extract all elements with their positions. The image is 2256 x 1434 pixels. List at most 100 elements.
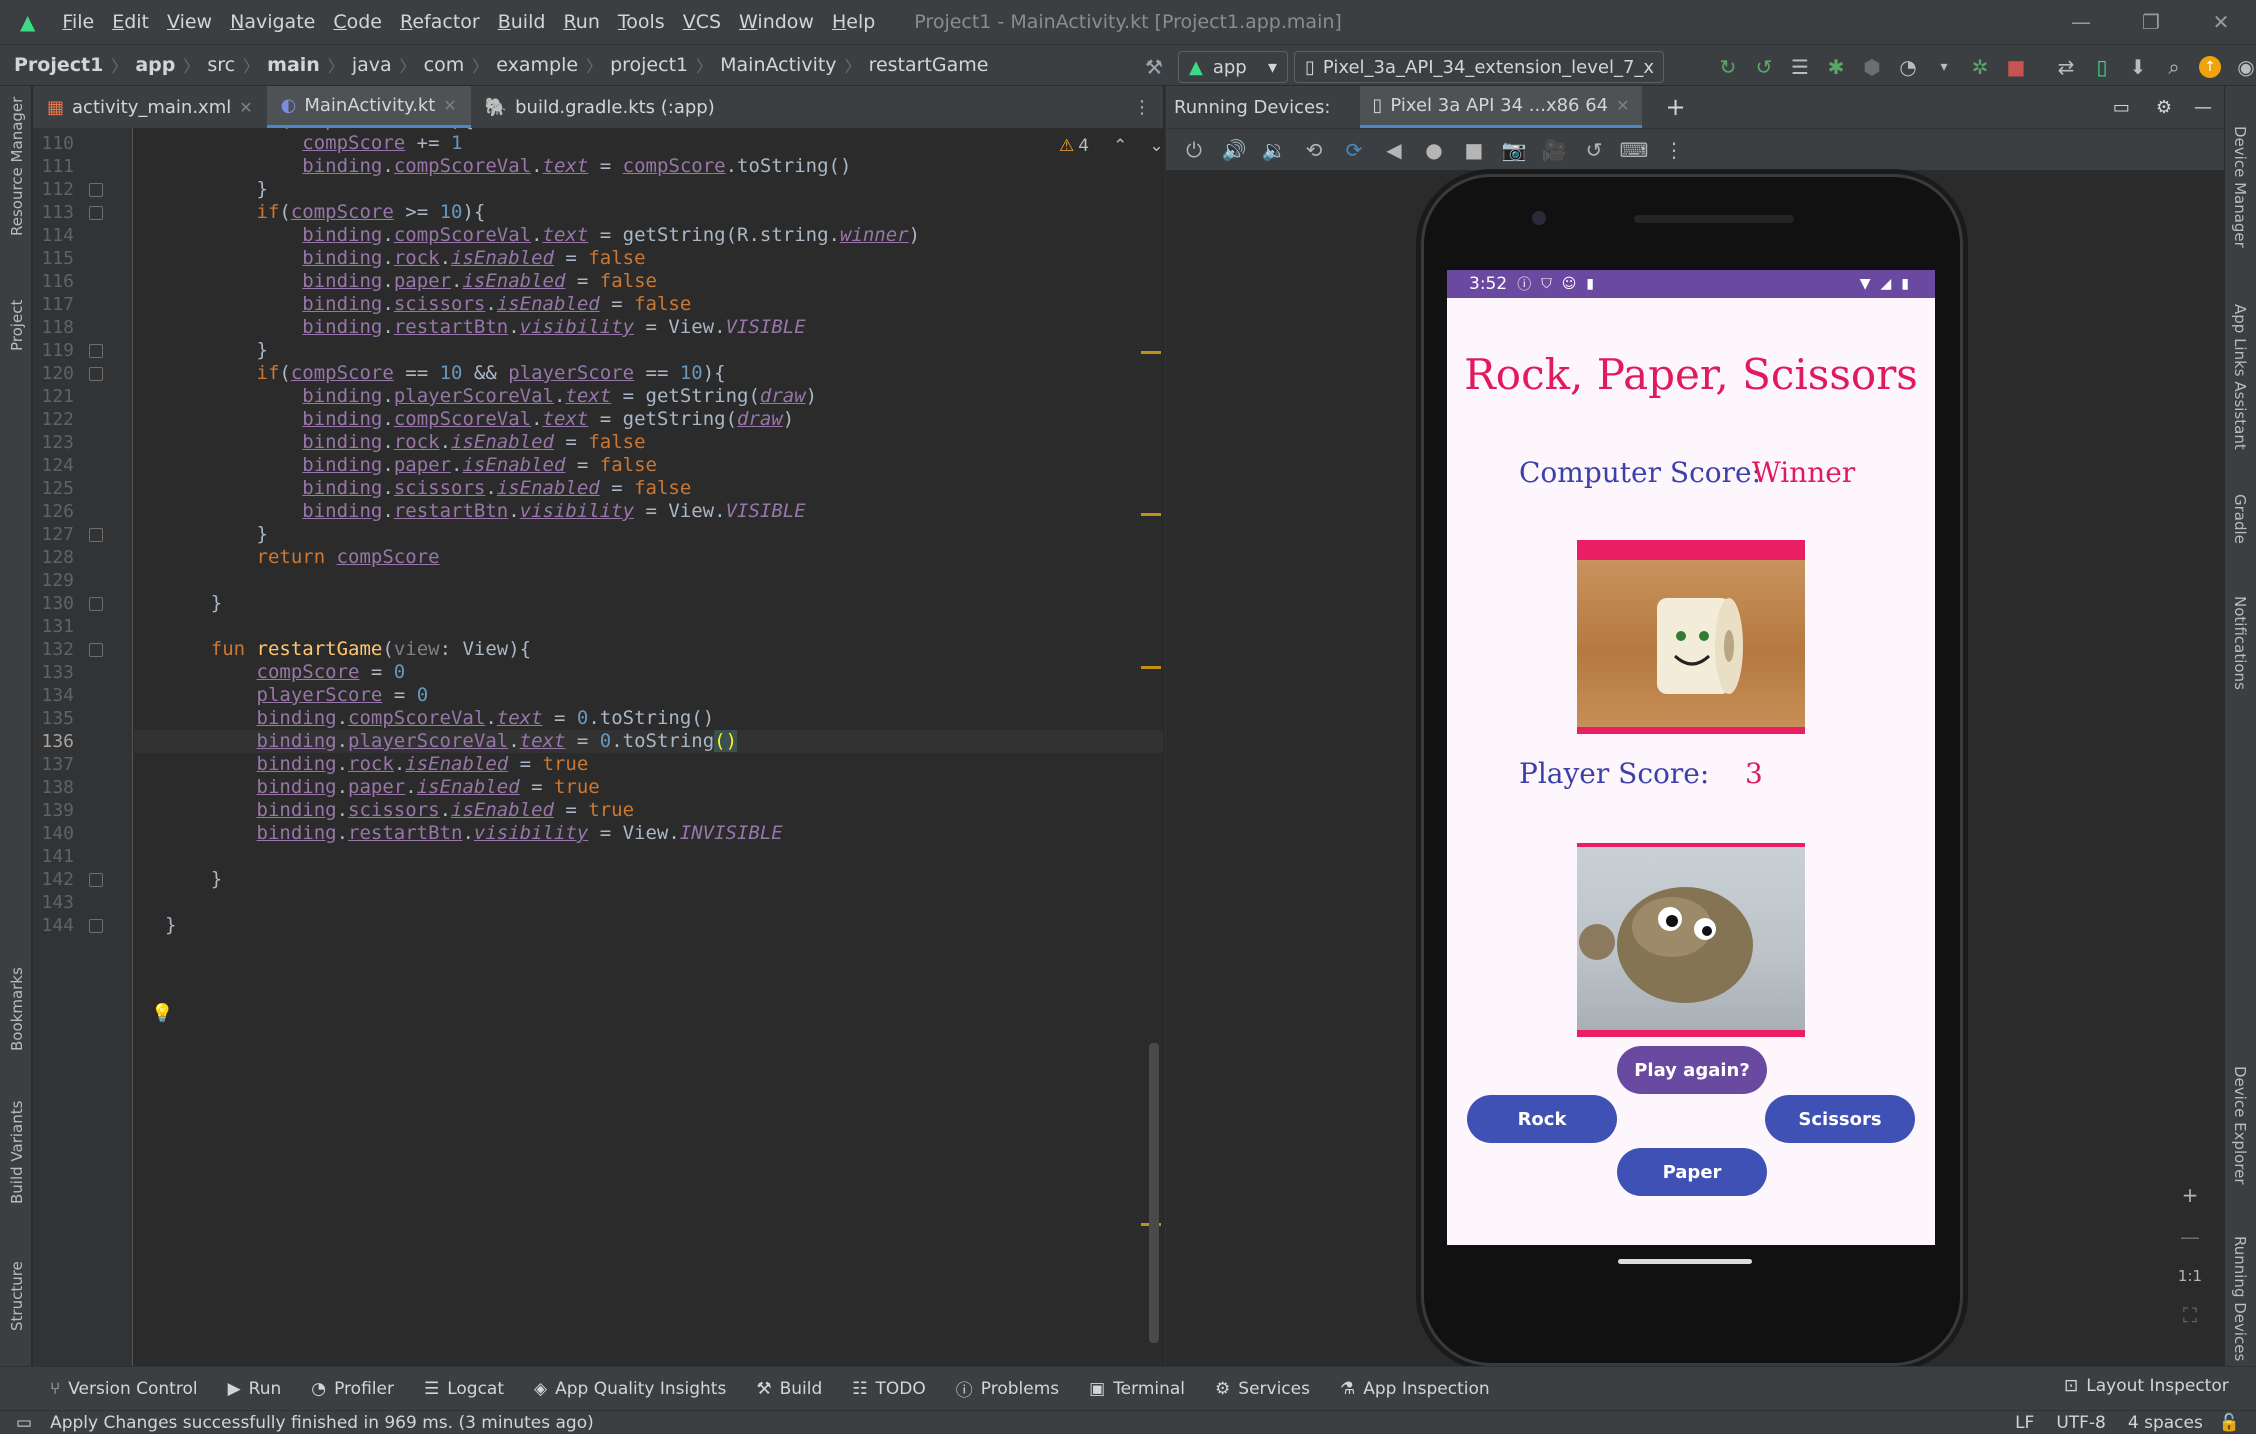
zoom-ratio[interactable]: 1:1	[2178, 1267, 2202, 1285]
device-explorer-tab[interactable]: Device Explorer	[2231, 1066, 2249, 1185]
gradle-tab[interactable]: Gradle	[2231, 494, 2249, 544]
stop-icon[interactable]: ■	[1998, 49, 2034, 85]
debug-run-icon[interactable]: ✲	[1962, 49, 1998, 85]
layout-icon[interactable]: ▭	[2113, 97, 2130, 118]
breadcrumb-item[interactable]: Project1	[10, 54, 107, 76]
app-links-tab[interactable]: App Links Assistant	[2231, 304, 2249, 450]
apply-changes-icon[interactable]: ↻	[1710, 49, 1746, 85]
menu-window[interactable]: Window	[730, 11, 823, 33]
encoding[interactable]: UTF-8	[2056, 1413, 2106, 1433]
breadcrumb-item[interactable]: main	[263, 54, 324, 76]
menu-code[interactable]: Code	[324, 11, 391, 33]
code-line[interactable]: }	[165, 587, 222, 620]
fold-marker-icon[interactable]	[89, 643, 103, 657]
tab-activity-main-xml[interactable]: ▦ activity_main.xml ✕	[33, 86, 267, 128]
code-line[interactable]: return compScore	[165, 541, 440, 574]
more-options-icon[interactable]: ⋮	[1656, 132, 1692, 168]
debug-icon[interactable]: ✱	[1818, 49, 1854, 85]
lock-icon[interactable]: 🔓	[2219, 1413, 2240, 1433]
menu-view[interactable]: View	[158, 11, 221, 33]
menu-navigate[interactable]: Navigate	[221, 11, 324, 33]
fold-marker-icon[interactable]	[89, 367, 103, 381]
tab-mainactivity-kt[interactable]: ◐ MainActivity.kt ✕	[266, 86, 471, 128]
intention-bulb-icon[interactable]: 💡	[151, 1003, 173, 1024]
volume-up-icon[interactable]: 🔊	[1216, 132, 1252, 168]
menu-edit[interactable]: Edit	[103, 11, 158, 33]
breadcrumb-item[interactable]: com	[420, 54, 469, 76]
rotate-left-icon[interactable]: ⟲	[1296, 132, 1332, 168]
device-select[interactable]: ▯Pixel_3a_API_34_extension_level_7_x86..…	[1294, 51, 1664, 83]
menu-build[interactable]: Build	[489, 11, 555, 33]
code-line[interactable]: }	[165, 909, 176, 942]
run-config-select[interactable]: ▲ app ▾	[1178, 51, 1288, 83]
sync-gradle-icon[interactable]: ⇄	[2048, 49, 2084, 85]
breadcrumb-item[interactable]: src	[203, 54, 239, 76]
minimize-button[interactable]: —	[2046, 0, 2116, 44]
apply-code-changes-icon[interactable]: ↺	[1746, 49, 1782, 85]
attach-debugger-icon[interactable]: ⬢	[1854, 49, 1890, 85]
status-message[interactable]: Apply Changes successfully finished in 9…	[50, 1413, 594, 1433]
menu-vcs[interactable]: VCS	[674, 11, 730, 33]
tool-window-app-quality-insights[interactable]: ◈ App Quality Insights	[534, 1379, 726, 1399]
project-tab[interactable]: Project	[8, 300, 26, 351]
warning-marker[interactable]	[1141, 666, 1161, 669]
more-tabs-icon[interactable]: ⋮	[1121, 86, 1163, 128]
fit-screen-icon[interactable]: ⛶	[2183, 1303, 2197, 1327]
editor-scrollbar[interactable]	[1149, 1043, 1159, 1343]
overview-icon[interactable]: ■	[1456, 132, 1492, 168]
menu-refactor[interactable]: Refactor	[391, 11, 489, 33]
tool-window-version-control[interactable]: ⑂ Version Control	[50, 1379, 198, 1399]
screenshot-icon[interactable]: 📷	[1496, 132, 1532, 168]
hide-panel-icon[interactable]: —	[2194, 97, 2212, 118]
tool-window-services[interactable]: ⚙ Services	[1215, 1379, 1310, 1399]
add-device-icon[interactable]: +	[1666, 93, 1686, 121]
fold-marker-icon[interactable]	[89, 919, 103, 933]
screen-record-icon[interactable]: 🎥	[1536, 132, 1572, 168]
breadcrumb-item[interactable]: MainActivity	[716, 54, 840, 76]
fold-marker-icon[interactable]	[89, 206, 103, 220]
tool-window-run[interactable]: ▶ Run	[228, 1379, 282, 1399]
close-icon[interactable]: ✕	[1616, 96, 1629, 115]
rock-button[interactable]: Rock	[1467, 1095, 1617, 1143]
gesture-bar[interactable]	[1618, 1259, 1752, 1264]
zoom-out-icon[interactable]: —	[2180, 1225, 2200, 1249]
menu-file[interactable]: File	[53, 11, 103, 33]
structure-tab[interactable]: Structure	[8, 1261, 26, 1331]
breadcrumb-item[interactable]: project1	[606, 54, 692, 76]
tool-window-build[interactable]: ⚒ Build	[756, 1379, 822, 1399]
paper-button[interactable]: Paper	[1617, 1148, 1767, 1196]
search-icon[interactable]: ⌕	[2156, 49, 2192, 85]
more-run-icon[interactable]: ▾	[1926, 49, 1962, 85]
code-line[interactable]: }	[165, 863, 222, 896]
device-manager-icon[interactable]: ▯	[2084, 49, 2120, 85]
sdk-manager-icon[interactable]: ⬇	[2120, 49, 2156, 85]
bookmarks-tab[interactable]: Bookmarks	[8, 967, 26, 1051]
tab-build-gradle[interactable]: 🐘 build.gradle.kts (:app)	[471, 86, 729, 128]
inspection-widget[interactable]: ⚠ 4 ⌃ ⌄	[1059, 136, 1163, 156]
tool-window-profiler[interactable]: ◔ Profiler	[311, 1379, 394, 1399]
notifications-tab[interactable]: Notifications	[2231, 596, 2249, 690]
indent[interactable]: 4 spaces	[2128, 1413, 2203, 1433]
breadcrumb-item[interactable]: app	[131, 54, 179, 76]
tool-window-problems[interactable]: ⓘ Problems	[956, 1376, 1059, 1402]
home-icon[interactable]: ●	[1416, 132, 1452, 168]
account-icon[interactable]: ◉	[2228, 49, 2256, 85]
fold-marker-icon[interactable]	[89, 528, 103, 542]
fold-marker-icon[interactable]	[89, 597, 103, 611]
menu-run[interactable]: Run	[554, 11, 608, 33]
fold-marker-icon[interactable]	[89, 344, 103, 358]
keyboard-icon[interactable]: ⌨	[1616, 132, 1652, 168]
hammer-icon[interactable]: ⚒	[1136, 49, 1172, 85]
next-highlight-icon[interactable]: ⌄	[1149, 136, 1163, 156]
tool-window-logcat[interactable]: ☰ Logcat	[424, 1379, 504, 1399]
resource-manager-tab[interactable]: Resource Manager	[8, 97, 26, 236]
tool-window-todo[interactable]: ☷ TODO	[852, 1379, 926, 1399]
menu-help[interactable]: Help	[823, 11, 884, 33]
running-devices-tab[interactable]: Running Devices	[2231, 1236, 2249, 1361]
line-separator[interactable]: LF	[2015, 1413, 2034, 1433]
layout-inspector-button[interactable]: ⊡ Layout Inspector	[2064, 1376, 2229, 1396]
code-line[interactable]: binding.restartBtn.visibility = View.INV…	[165, 817, 783, 850]
warning-marker[interactable]	[1141, 351, 1161, 354]
close-icon[interactable]: ✕	[239, 98, 252, 117]
close-window-button[interactable]: ✕	[2186, 0, 2256, 44]
